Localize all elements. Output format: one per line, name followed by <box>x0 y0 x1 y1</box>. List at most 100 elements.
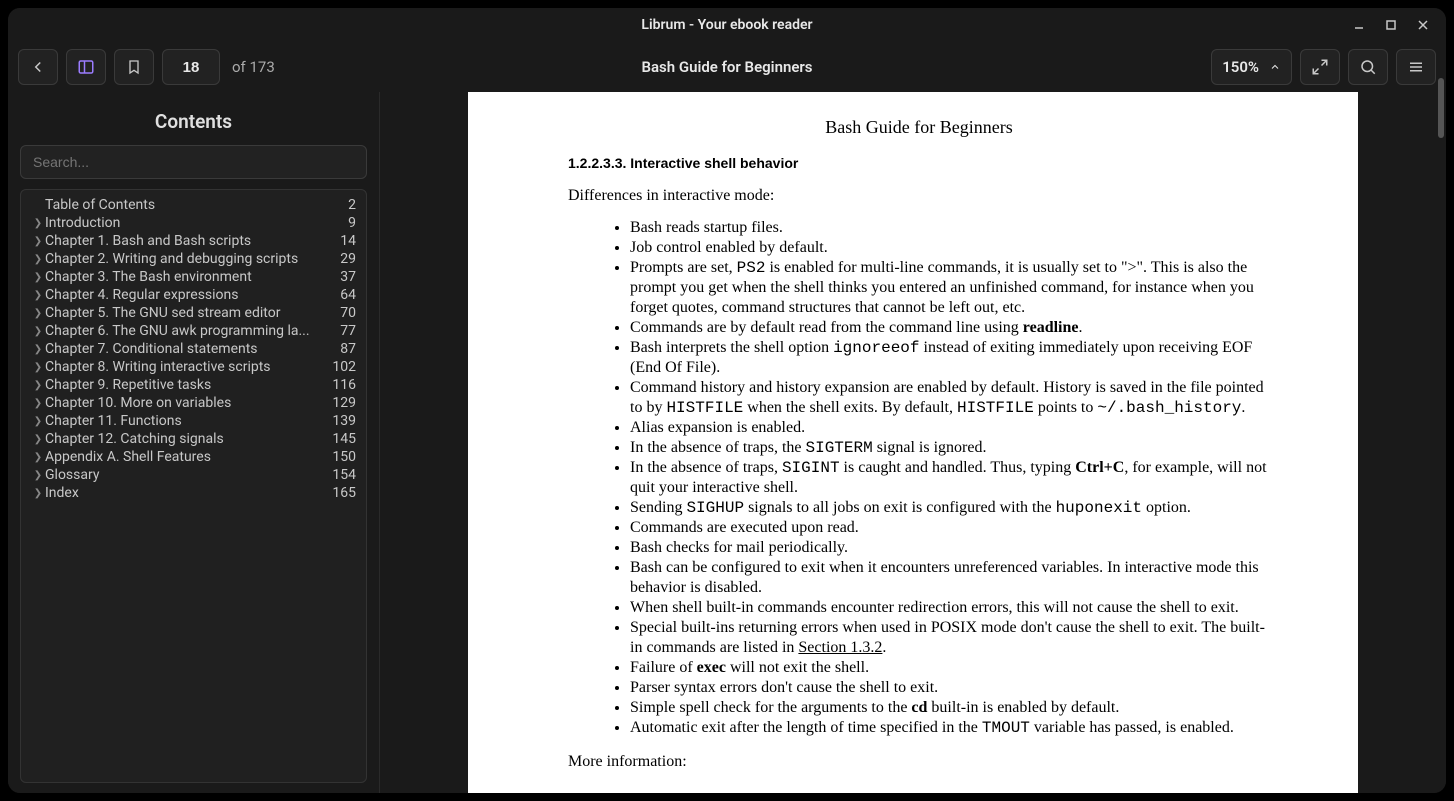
toc-item-page: 87 <box>340 341 356 357</box>
toc-item-page: 70 <box>340 305 356 321</box>
toc-item-label: Chapter 1. Bash and Bash scripts <box>45 233 332 249</box>
toc-item[interactable]: ❯Chapter 11. Functions139 <box>31 412 356 430</box>
outro-text: More information: <box>568 752 1270 772</box>
toc-item-page: 64 <box>340 287 356 303</box>
toc-list[interactable]: Table of Contents2❯Introduction9❯Chapter… <box>20 189 367 783</box>
main-area: Contents Table of Contents2❯Introduction… <box>8 92 1446 793</box>
maximize-button[interactable] <box>1378 14 1404 36</box>
toc-item-page: 102 <box>332 359 356 375</box>
bullet-item: Automatic exit after the length of time … <box>630 718 1270 738</box>
toc-item-page: 154 <box>332 467 356 483</box>
bullet-item: Prompts are set, PS2 is enabled for mult… <box>630 258 1270 318</box>
section-heading: 1.2.2.3.3. Interactive shell behavior <box>568 155 1270 173</box>
minimize-button[interactable] <box>1346 14 1372 36</box>
toc-item[interactable]: ❯Chapter 8. Writing interactive scripts1… <box>31 358 356 376</box>
toc-item-label: Chapter 7. Conditional statements <box>45 341 332 357</box>
toc-item-page: 129 <box>332 395 356 411</box>
bookmark-button[interactable] <box>114 49 154 85</box>
bullet-item: When shell built-in commands encounter r… <box>630 598 1270 618</box>
toc-item-label: Chapter 2. Writing and debugging scripts <box>45 251 332 267</box>
toc-item-page: 165 <box>332 485 356 501</box>
toc-item[interactable]: ❯Chapter 3. The Bash environment 37 <box>31 268 356 286</box>
chevron-up-icon <box>1269 61 1281 73</box>
toc-item[interactable]: ❯Chapter 4. Regular expressions64 <box>31 286 356 304</box>
toc-item[interactable]: ❯Chapter 9. Repetitive tasks 116 <box>31 376 356 394</box>
bullet-item: In the absence of traps, SIGINT is caugh… <box>630 458 1270 498</box>
bullet-item: Bash reads startup files. <box>630 218 1270 238</box>
search-button[interactable] <box>1348 49 1388 85</box>
toc-item-page: 139 <box>332 413 356 429</box>
toolbar-right: 150% <box>1211 49 1436 85</box>
toc-item-page: 37 <box>340 269 356 285</box>
toc-item-page: 77 <box>340 323 356 339</box>
toc-item[interactable]: ❯Introduction 9 <box>31 214 356 232</box>
fullscreen-button[interactable] <box>1300 49 1340 85</box>
toc-item[interactable]: ❯Chapter 10. More on variables 129 <box>31 394 356 412</box>
toc-item[interactable]: ❯Chapter 2. Writing and debugging script… <box>31 250 356 268</box>
zoom-value: 150% <box>1222 58 1259 76</box>
chevron-right-icon: ❯ <box>31 308 45 319</box>
toc-item-label: Index <box>45 485 324 501</box>
toc-item-label: Chapter 9. Repetitive tasks <box>45 377 324 393</box>
toc-item-page: 9 <box>348 215 356 231</box>
toc-item[interactable]: ❯Chapter 12. Catching signals 145 <box>31 430 356 448</box>
toc-item[interactable]: ❯Chapter 1. Bash and Bash scripts14 <box>31 232 356 250</box>
chevron-right-icon: ❯ <box>31 254 45 265</box>
toc-item-label: Chapter 12. Catching signals <box>45 431 324 447</box>
toc-item[interactable]: ❯Index 165 <box>31 484 356 502</box>
intro-text: Differences in interactive mode: <box>568 186 1270 206</box>
toolbar: of 173 Bash Guide for Beginners 150% <box>8 42 1446 92</box>
chevron-right-icon: ❯ <box>31 488 45 499</box>
bullet-item: Alias expansion is enabled. <box>630 418 1270 438</box>
sidebar-heading: Contents <box>20 110 367 133</box>
toc-item-label: Chapter 10. More on variables <box>45 395 324 411</box>
toc-item-label: Chapter 5. The GNU sed stream editor <box>45 305 332 321</box>
content-area[interactable]: Bash Guide for Beginners 1.2.2.3.3. Inte… <box>380 92 1446 793</box>
bullet-item: Special built-ins returning errors when … <box>630 618 1270 658</box>
sidebar-toggle-button[interactable] <box>66 49 106 85</box>
toc-item[interactable]: ❯Glossary154 <box>31 466 356 484</box>
bullet-item: Failure of exec will not exit the shell. <box>630 658 1270 678</box>
toc-item[interactable]: ❯Appendix A. Shell Features150 <box>31 448 356 466</box>
toc-item[interactable]: Table of Contents 2 <box>31 196 356 214</box>
toc-item[interactable]: ❯Chapter 5. The GNU sed stream editor 70 <box>31 304 356 322</box>
bullet-item: Command history and history expansion ar… <box>630 378 1270 418</box>
chevron-right-icon: ❯ <box>31 218 45 229</box>
zoom-control[interactable]: 150% <box>1211 49 1292 85</box>
chevron-right-icon: ❯ <box>31 416 45 427</box>
toc-item-page: 116 <box>332 377 356 393</box>
toc-item-label: Table of Contents <box>45 197 340 213</box>
toc-item-label: Chapter 8. Writing interactive scripts <box>45 359 324 375</box>
toc-item-page: 145 <box>332 431 356 447</box>
chevron-right-icon: ❯ <box>31 398 45 409</box>
bullet-list: Bash reads startup files.Job control ena… <box>568 218 1270 738</box>
chevron-right-icon: ❯ <box>31 326 45 337</box>
bullet-item: Simple spell check for the arguments to … <box>630 698 1270 718</box>
bullet-item: Sending SIGHUP signals to all jobs on ex… <box>630 498 1270 518</box>
bullet-item: Commands are executed upon read. <box>630 518 1270 538</box>
chevron-right-icon: ❯ <box>31 434 45 445</box>
bullet-item: Bash checks for mail periodically. <box>630 538 1270 558</box>
page-number-input[interactable] <box>162 49 220 85</box>
bullet-item: Commands are by default read from the co… <box>630 318 1270 338</box>
bullet-item: Parser syntax errors don't cause the she… <box>630 678 1270 698</box>
bullet-item: Bash can be configured to exit when it e… <box>630 558 1270 598</box>
chevron-right-icon: ❯ <box>31 452 45 463</box>
page-total-label: of 173 <box>232 58 275 76</box>
toc-item[interactable]: ❯Chapter 6. The GNU awk programming la..… <box>31 322 356 340</box>
chevron-right-icon: ❯ <box>31 272 45 283</box>
window-controls <box>1346 8 1436 42</box>
toc-item-label: Chapter 3. The Bash environment <box>45 269 332 285</box>
scrollbar-indicator[interactable] <box>1438 78 1444 138</box>
bullet-item: Job control enabled by default. <box>630 238 1270 258</box>
toc-search-input[interactable] <box>20 145 367 179</box>
toc-item-label: Appendix A. Shell Features <box>45 449 324 465</box>
close-button[interactable] <box>1410 14 1436 36</box>
back-button[interactable] <box>18 49 58 85</box>
chevron-right-icon: ❯ <box>31 380 45 391</box>
toc-item-label: Introduction <box>45 215 340 231</box>
menu-button[interactable] <box>1396 49 1436 85</box>
toc-item-page: 2 <box>348 197 356 213</box>
window-title: Librum - Your ebook reader <box>641 17 812 33</box>
toc-item[interactable]: ❯Chapter 7. Conditional statements87 <box>31 340 356 358</box>
